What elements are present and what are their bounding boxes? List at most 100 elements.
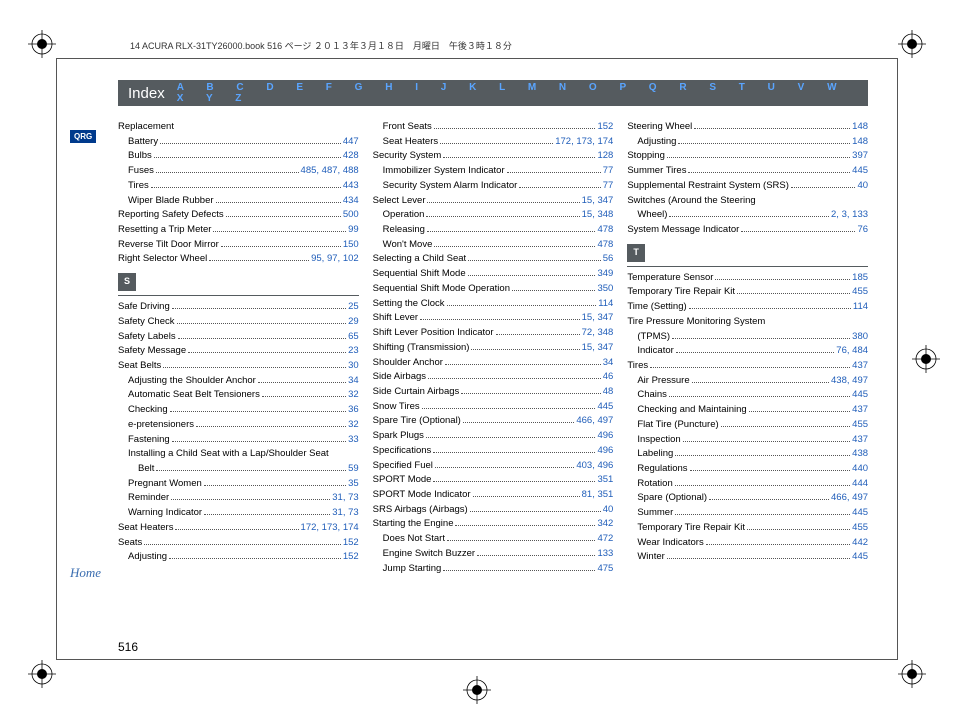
page-link[interactable]: 349 xyxy=(597,268,613,279)
page-link[interactable]: 32 xyxy=(348,389,359,400)
page-link[interactable]: 437 xyxy=(852,360,868,371)
index-entry[interactable]: Security System Alarm Indicator77 xyxy=(373,179,614,194)
index-entry[interactable]: Side Curtain Airbags48 xyxy=(373,385,614,400)
page-link[interactable]: 455 xyxy=(852,286,868,297)
index-entry[interactable]: Tire Pressure Monitoring System xyxy=(627,315,868,330)
index-entry[interactable]: Engine Switch Buzzer133 xyxy=(373,547,614,562)
page-link[interactable]: 46 xyxy=(603,371,614,382)
index-entry[interactable]: Right Selector Wheel9597102 xyxy=(118,252,359,267)
index-entry[interactable]: Adjusting the Shoulder Anchor34 xyxy=(118,374,359,389)
page-link[interactable]: 33 xyxy=(348,434,359,445)
index-entry[interactable]: Wear Indicators442 xyxy=(627,536,868,551)
page-link[interactable]: 172 xyxy=(301,522,322,533)
page-link[interactable]: 428 xyxy=(343,150,359,161)
index-entry[interactable]: Shifting (Transmission)15347 xyxy=(373,341,614,356)
page-link[interactable]: 445 xyxy=(852,389,868,400)
page-link[interactable]: 133 xyxy=(852,209,868,220)
page-link[interactable]: 444 xyxy=(852,478,868,489)
page-link[interactable]: 447 xyxy=(343,136,359,147)
page-link[interactable]: 438 xyxy=(831,375,852,386)
page-link[interactable]: 475 xyxy=(597,563,613,574)
index-entry[interactable]: Immobilizer System Indicator77 xyxy=(373,164,614,179)
page-link[interactable]: 172 xyxy=(555,136,576,147)
page-link[interactable]: 455 xyxy=(852,522,868,533)
qrg-tab[interactable]: QRG xyxy=(70,130,96,143)
index-entry[interactable]: Spare (Optional)466497 xyxy=(627,491,868,506)
index-entry[interactable]: Supplemental Restraint System (SRS)40 xyxy=(627,179,868,194)
index-entry[interactable]: Jump Starting475 xyxy=(373,562,614,577)
index-entry[interactable]: Winter445 xyxy=(627,550,868,565)
index-entry[interactable]: Inspection437 xyxy=(627,433,868,448)
home-link[interactable]: Home xyxy=(70,565,101,581)
page-link[interactable]: 29 xyxy=(348,316,359,327)
index-entry[interactable]: Won't Move478 xyxy=(373,238,614,253)
index-entry[interactable]: Spark Plugs496 xyxy=(373,429,614,444)
page-link[interactable]: 185 xyxy=(852,272,868,283)
page-link[interactable]: 497 xyxy=(852,375,868,386)
page-link[interactable]: 77 xyxy=(603,180,614,191)
index-entry[interactable]: SPORT Mode351 xyxy=(373,473,614,488)
page-link[interactable]: 173 xyxy=(322,522,343,533)
page-link[interactable]: 351 xyxy=(597,474,613,485)
index-entry[interactable]: Wiper Blade Rubber434 xyxy=(118,194,359,209)
page-link[interactable]: 485 xyxy=(301,165,322,176)
page-link[interactable]: 59 xyxy=(348,463,359,474)
page-link[interactable]: 65 xyxy=(348,331,359,342)
page-link[interactable]: 397 xyxy=(852,150,868,161)
page-link[interactable]: 102 xyxy=(343,253,359,264)
index-entry[interactable]: Sequential Shift Mode Operation350 xyxy=(373,282,614,297)
page-link[interactable]: 496 xyxy=(597,445,613,456)
index-entry[interactable]: Summer Tires445 xyxy=(627,164,868,179)
index-entry[interactable]: Shift Lever15347 xyxy=(373,311,614,326)
page-link[interactable]: 350 xyxy=(597,283,613,294)
index-entry[interactable]: Warning Indicator3173 xyxy=(118,506,359,521)
page-link[interactable]: 77 xyxy=(603,165,614,176)
page-link[interactable]: 152 xyxy=(597,121,613,132)
page-link[interactable]: 347 xyxy=(597,342,613,353)
index-entry[interactable]: Side Airbags46 xyxy=(373,370,614,385)
page-link[interactable]: 496 xyxy=(597,460,613,471)
page-link[interactable]: 348 xyxy=(597,209,613,220)
index-entry[interactable]: Flat Tire (Puncture)455 xyxy=(627,418,868,433)
index-entry[interactable]: Belt59 xyxy=(118,462,359,477)
index-entry[interactable]: Adjusting148 xyxy=(627,135,868,150)
page-link[interactable]: 72 xyxy=(582,327,598,338)
index-entry[interactable]: Specifications496 xyxy=(373,444,614,459)
page-link[interactable]: 497 xyxy=(597,415,613,426)
index-entry[interactable]: Setting the Clock114 xyxy=(373,297,614,312)
page-link[interactable]: 484 xyxy=(852,345,868,356)
page-link[interactable]: 174 xyxy=(343,522,359,533)
page-link[interactable]: 34 xyxy=(603,357,614,368)
index-entry[interactable]: Front Seats152 xyxy=(373,120,614,135)
page-link[interactable]: 347 xyxy=(597,195,613,206)
index-entry[interactable]: Snow Tires445 xyxy=(373,400,614,415)
index-entry[interactable]: Shift Lever Position Indicator72348 xyxy=(373,326,614,341)
page-link[interactable]: 15 xyxy=(582,342,598,353)
page-link[interactable]: 95 xyxy=(311,253,327,264)
page-link[interactable]: 114 xyxy=(853,301,868,312)
page-link[interactable]: 173 xyxy=(576,136,597,147)
page-link[interactable]: 15 xyxy=(582,209,598,220)
page-link[interactable]: 351 xyxy=(597,489,613,500)
page-link[interactable]: 31 xyxy=(332,492,348,503)
page-link[interactable]: 455 xyxy=(852,419,868,430)
index-entry[interactable]: Sequential Shift Mode349 xyxy=(373,267,614,282)
page-link[interactable]: 152 xyxy=(343,551,359,562)
index-entry[interactable]: Safety Check29 xyxy=(118,315,359,330)
index-entry[interactable]: Selecting a Child Seat56 xyxy=(373,252,614,267)
index-entry[interactable]: Indicator76484 xyxy=(627,344,868,359)
index-entry[interactable]: Checking36 xyxy=(118,403,359,418)
index-entry[interactable]: Operation15348 xyxy=(373,208,614,223)
index-entry[interactable]: Air Pressure438497 xyxy=(627,374,868,389)
page-link[interactable]: 380 xyxy=(852,331,868,342)
page-link[interactable]: 437 xyxy=(852,434,868,445)
index-entry[interactable]: Safe Driving25 xyxy=(118,300,359,315)
page-link[interactable]: 81 xyxy=(582,489,598,500)
index-entry[interactable]: Spare Tire (Optional)466497 xyxy=(373,414,614,429)
page-link[interactable]: 434 xyxy=(343,195,359,206)
index-entry[interactable]: Select Lever15347 xyxy=(373,194,614,209)
index-entry[interactable]: Fuses485487488 xyxy=(118,164,359,179)
index-entry[interactable]: Temporary Tire Repair Kit455 xyxy=(627,521,868,536)
index-entry[interactable]: Reminder3173 xyxy=(118,491,359,506)
index-entry[interactable]: SPORT Mode Indicator81351 xyxy=(373,488,614,503)
